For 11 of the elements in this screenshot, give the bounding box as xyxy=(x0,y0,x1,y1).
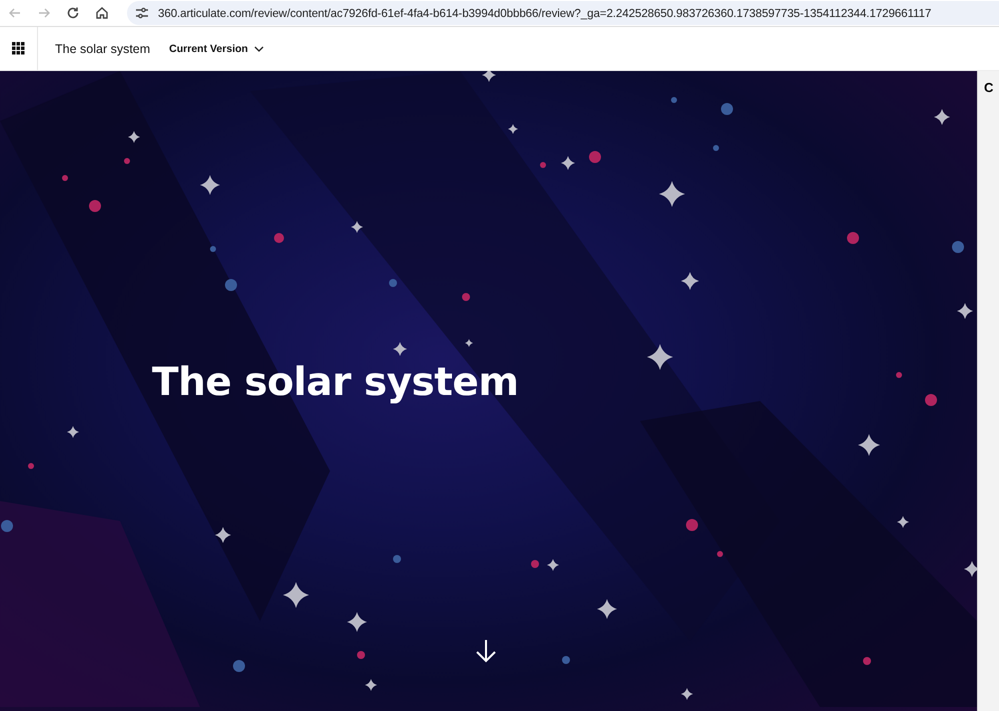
reload-icon[interactable] xyxy=(65,6,81,20)
apps-grid-icon[interactable] xyxy=(12,42,25,55)
slide-title: The solar system xyxy=(152,360,518,405)
address-bar[interactable]: 360.articulate.com/review/content/ac7926fd-61ef-4fa4-b614-b3994d0bbb66/review?_ga=2.242528650.983726360.1738597735-1354112344.1729661117 xyxy=(127,1,999,25)
chevron-down-icon xyxy=(254,46,264,52)
site-settings-icon[interactable] xyxy=(135,7,149,19)
arrow-down-icon[interactable] xyxy=(475,639,497,663)
home-icon[interactable] xyxy=(94,6,110,20)
panel-heading: C xyxy=(984,80,994,95)
version-dropdown[interactable]: Current Version xyxy=(169,42,264,54)
course-title: The solar system xyxy=(55,42,150,56)
